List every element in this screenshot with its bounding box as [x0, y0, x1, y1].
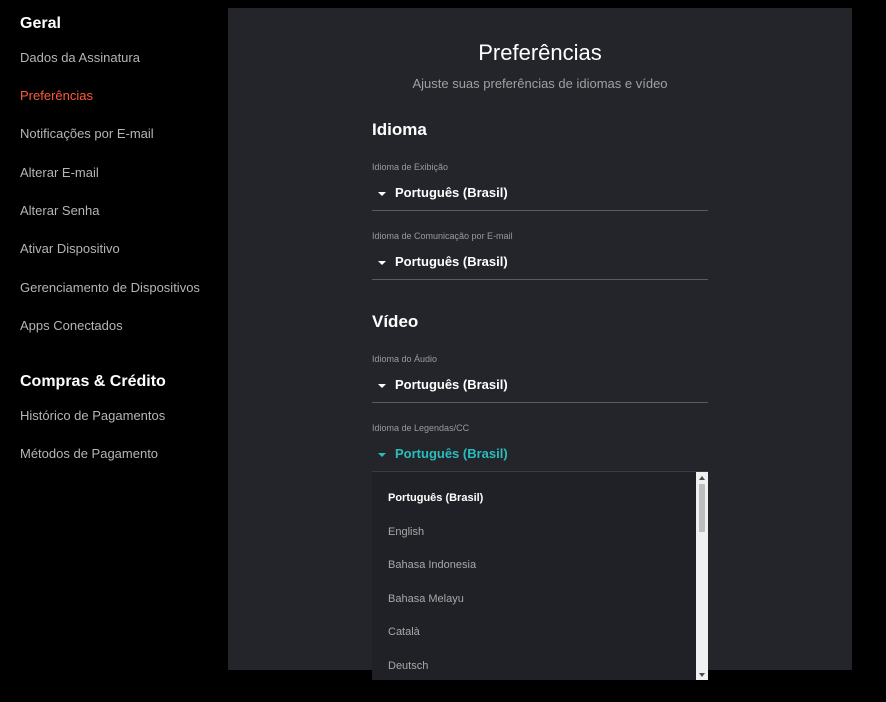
section-heading-language: Idioma — [372, 120, 427, 139]
audio-language-select[interactable]: Português (Brasil) — [372, 368, 708, 403]
dropdown-option[interactable]: Bahasa Melayu — [388, 592, 464, 606]
caret-down-icon — [378, 192, 386, 196]
sidebar-item-payment-history[interactable]: Histórico de Pagamentos — [20, 407, 165, 425]
sidebar-item-payment-methods[interactable]: Métodos de Pagamento — [20, 445, 158, 463]
dropdown-option[interactable]: Bahasa Indonesia — [388, 558, 476, 572]
dropdown-scrollbar[interactable] — [696, 472, 708, 680]
dropdown-option[interactable]: Català — [388, 625, 420, 639]
caret-down-icon — [378, 453, 386, 457]
email-language-select[interactable]: Português (Brasil) — [372, 245, 708, 280]
subtitle-language-value: Português (Brasil) — [395, 446, 508, 461]
sidebar-item-preferences[interactable]: Preferências — [20, 87, 93, 105]
email-language-value: Português (Brasil) — [395, 254, 508, 269]
sidebar-item-subscription-details[interactable]: Dados da Assinatura — [20, 49, 140, 67]
sidebar-item-device-management[interactable]: Gerenciamento de Dispositivos — [20, 279, 200, 297]
sidebar: Geral Dados da Assinatura Preferências N… — [0, 0, 228, 702]
dropdown-option[interactable]: Português (Brasil) — [388, 491, 483, 505]
scrollbar-thumb[interactable] — [699, 484, 705, 532]
sidebar-item-email-notifications[interactable]: Notificações por E-mail — [20, 125, 154, 143]
display-language-value: Português (Brasil) — [395, 185, 508, 200]
page-title: Preferências — [478, 40, 602, 65]
audio-language-value: Português (Brasil) — [395, 377, 508, 392]
dropdown-option[interactable]: English — [388, 525, 424, 539]
display-language-select[interactable]: Português (Brasil) — [372, 176, 708, 211]
dropdown-option[interactable]: Deutsch — [388, 659, 428, 673]
caret-down-icon — [378, 384, 386, 388]
section-heading-video: Vídeo — [372, 312, 419, 331]
sidebar-item-connected-apps[interactable]: Apps Conectados — [20, 317, 123, 335]
display-language-label: Idioma de Exibição — [372, 162, 449, 172]
subtitle-language-select[interactable]: Português (Brasil) — [372, 437, 708, 471]
caret-down-icon — [378, 261, 386, 265]
sidebar-item-change-email[interactable]: Alterar E-mail — [20, 164, 99, 182]
page: Geral Dados da Assinatura Preferências N… — [0, 0, 886, 702]
scroll-down-arrow-icon[interactable] — [699, 673, 705, 677]
sidebar-item-activate-device[interactable]: Ativar Dispositivo — [20, 240, 120, 258]
sidebar-heading-purchases: Compras & Crédito — [20, 373, 166, 390]
sidebar-item-change-password[interactable]: Alterar Senha — [20, 202, 100, 220]
page-subtitle: Ajuste suas preferências de idiomas e ví… — [412, 76, 668, 91]
sidebar-heading-general: Geral — [20, 15, 61, 32]
subtitle-language-dropdown: Português (Brasil) English Bahasa Indone… — [372, 471, 708, 680]
audio-language-label: Idioma do Áudio — [372, 354, 438, 364]
scroll-up-arrow-icon[interactable] — [699, 476, 705, 480]
subtitle-language-label: Idioma de Legendas/CC — [372, 423, 470, 433]
email-language-label: Idioma de Comunicação por E-mail — [372, 231, 513, 241]
